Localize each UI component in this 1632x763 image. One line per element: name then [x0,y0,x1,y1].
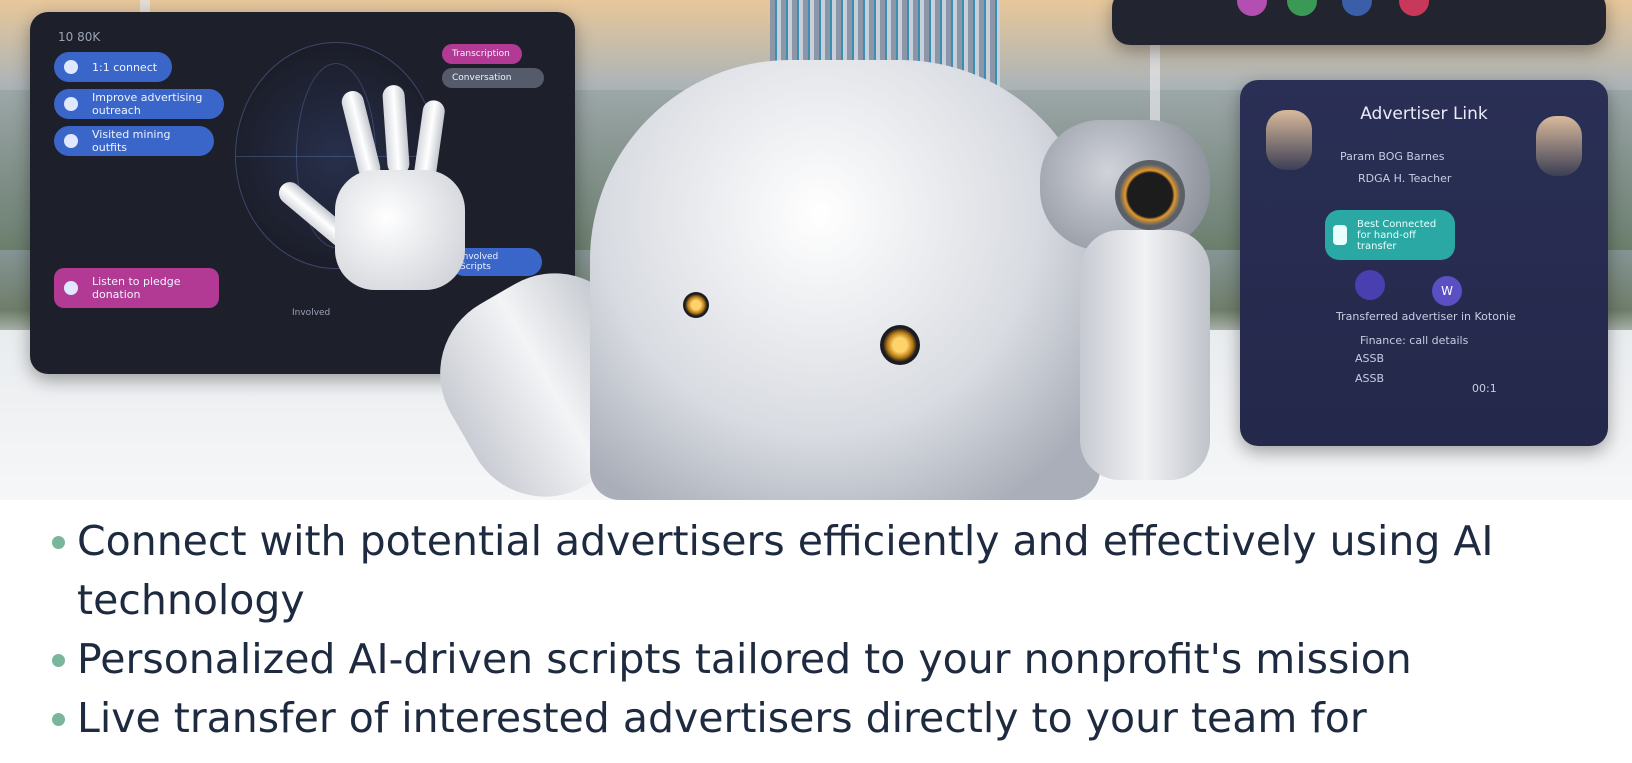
pill-label: Visited mining outfits [92,128,171,154]
tag-label: Conversation [452,73,512,83]
call-controls-monitor [1112,0,1606,45]
tag-transcription: Transcription [442,44,522,64]
hero-image: 10 80K 1:1 connect Improve advertising o… [0,0,1632,500]
status-line: ASSB [1355,352,1385,365]
phone-hangup-icon[interactable] [1399,0,1429,16]
robot-core-light [880,325,920,365]
bullet-dot-icon [52,713,65,726]
phone-icon[interactable] [1237,0,1267,16]
call-details: Finance: call details [1360,334,1469,347]
tag-conversation: Conversation [442,68,544,88]
tag-label: Transcription [452,49,510,59]
pill-outreach: Improve advertising outreach [54,89,224,119]
robot-chest-light [683,292,709,318]
feature-bullet-list: Connect with potential advertisers effic… [0,500,1632,763]
document-icon [1333,225,1347,245]
advertiser-link-monitor: Advertiser Link Param BOG Barnes RDGA H.… [1240,80,1608,446]
pill-label: 1:1 connect [92,60,158,74]
bullet-dot-icon [52,536,65,549]
pill-label: Improve advertising outreach [92,91,203,117]
robot-palm [335,170,465,290]
globe-icon [64,134,78,148]
pill-label: Listen to pledge donation [92,275,181,301]
pill-pledge: Listen to pledge donation [54,268,219,308]
avatar [1536,116,1582,176]
robot-hand [274,84,490,320]
robot-torso [590,60,1100,500]
transfer-button-label: Best Connected for hand-off transfer [1357,218,1437,252]
robot-right-arm [1080,230,1210,480]
pill-connect: 1:1 connect [54,52,172,82]
footer-left-label: ASSB [1355,372,1385,385]
bullet-item: Personalized AI-driven scripts tailored … [52,630,1592,689]
bullet-dot-icon [52,654,65,667]
advertiser-role: RDGA H. Teacher [1358,172,1452,185]
call-timer: 00:1 [1472,382,1497,395]
bullet-item: Live transfer of interested advertisers … [52,689,1592,748]
monitor-corner-label: 10 80K [58,30,101,44]
transfer-button[interactable]: Best Connected for hand-off transfer [1325,210,1455,260]
user-icon[interactable] [1342,0,1372,16]
user-icon [64,60,78,74]
transfer-status: Transferred advertiser in Kotonie [1336,310,1516,323]
bullet-text: Live transfer of interested advertisers … [77,694,1367,742]
waveform-icon[interactable] [1355,270,1385,300]
heart-icon [64,281,78,295]
phone-accept-icon[interactable] [1287,0,1317,16]
bullet-text: Connect with potential advertisers effic… [77,517,1494,624]
robot-finger [339,88,383,182]
advertiser-link-title: Advertiser Link [1360,104,1488,124]
robot-finger [381,84,411,176]
chart-icon [64,97,78,111]
bullet-text: Personalized AI-driven scripts tailored … [77,635,1412,683]
advertiser-name: Param BOG Barnes [1340,150,1445,163]
bullet-item: Connect with potential advertisers effic… [52,512,1592,630]
robot-shoulder-light [1115,160,1185,230]
pill-visited: Visited mining outfits [54,126,214,156]
w-button[interactable]: W [1432,276,1462,306]
